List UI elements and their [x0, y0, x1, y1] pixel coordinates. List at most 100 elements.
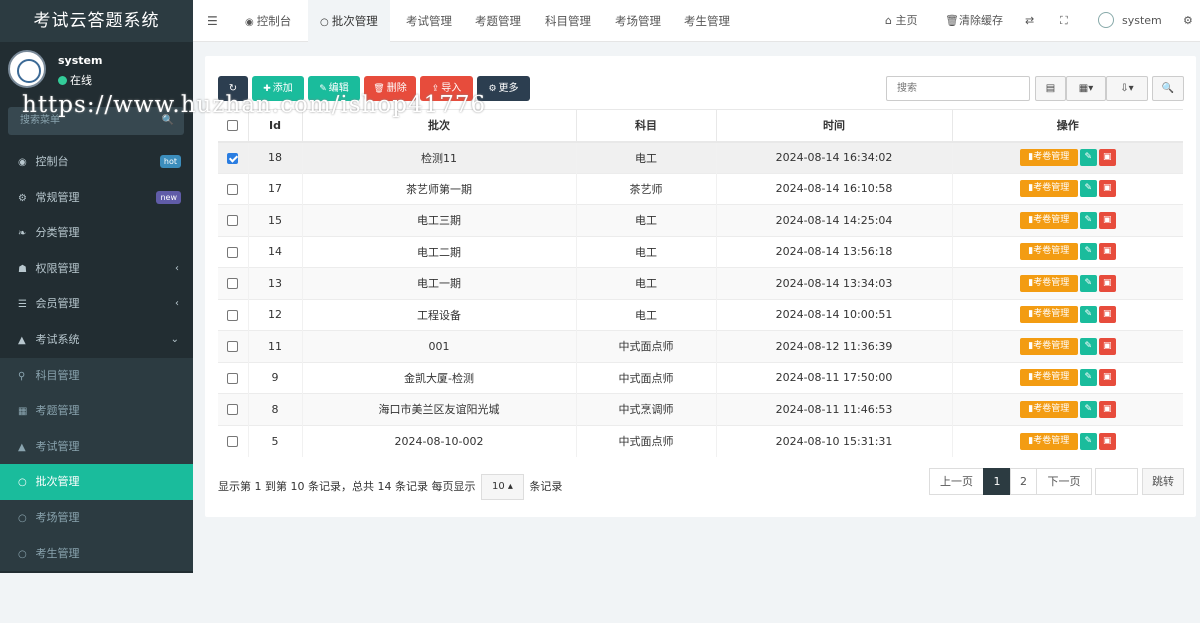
table-row[interactable]: 11 001 中式面点师 2024-08-12 11:36:39 ▮考卷管理 ✎ ▣ [218, 330, 1183, 362]
sidebar-item-category[interactable]: ❧ 分类管理 [0, 215, 193, 251]
sidebar-item-auth[interactable]: ☗ 权限管理 ‹ [0, 251, 193, 287]
export-button[interactable]: ⇩▾ [1106, 76, 1148, 101]
sidebar-item-exam-system[interactable]: ▲ 考试系统 ⌄ [0, 322, 193, 358]
row-edit-button[interactable]: ✎ [1079, 432, 1097, 450]
clear-cache-button[interactable]: 🗑清除缓存 [945, 0, 1003, 42]
sidebar-item-dashboard[interactable]: ◉ 控制台 hot [0, 144, 193, 180]
row-checkbox[interactable] [227, 183, 239, 195]
tab-label: 考试管理 [406, 14, 452, 28]
exam-paper-button[interactable]: ▮考卷管理 [1019, 274, 1078, 292]
sidebar-subitem-question[interactable]: ▦ 考题管理 [0, 393, 193, 429]
exam-paper-label: 考卷管理 [1033, 309, 1070, 320]
sidebar-subitem-batch[interactable]: ○ 批次管理 [0, 464, 193, 500]
table-row[interactable]: 8 海口市美兰区友谊阳光城 中式烹调师 2024-08-11 11:46:53 ▮考卷管… [218, 393, 1183, 425]
fullscreen-icon[interactable]: ⛶ [1060, 0, 1068, 42]
home-link[interactable]: ⌂ 主页 [885, 0, 917, 42]
select-all-checkbox[interactable] [227, 120, 239, 132]
row-checkbox[interactable] [227, 404, 239, 416]
row-edit-button[interactable]: ✎ [1079, 400, 1097, 418]
table-row[interactable]: 14 电工二期 电工 2024-08-14 13:56:18 ▮考卷管理 ✎ ▣ [218, 235, 1183, 268]
row-checkbox[interactable] [227, 215, 239, 227]
tab-subject[interactable]: 科目管理 [533, 0, 603, 42]
row-edit-button[interactable]: ✎ [1079, 180, 1097, 198]
page-1-button[interactable]: 1 [983, 468, 1011, 495]
row-edit-button[interactable]: ✎ [1079, 243, 1097, 261]
header-subject[interactable]: 科目 [576, 109, 717, 143]
cell-batch: 2024-08-10-002 [302, 424, 577, 457]
table-row[interactable]: 12 工程设备 电工 2024-08-14 10:00:51 ▮考卷管理 ✎ ▣ [218, 298, 1183, 331]
search-button[interactable]: 🔍 [1152, 76, 1184, 101]
table-search-input[interactable] [886, 76, 1030, 101]
sidebar-subitem-exam[interactable]: ▲ 考试管理 [0, 428, 193, 465]
columns-button[interactable]: ▦▾ [1066, 76, 1106, 101]
exam-paper-button[interactable]: ▮考卷管理 [1019, 369, 1078, 387]
table-row[interactable]: 17 茶艺师第一期 茶艺师 2024-08-14 16:10:58 ▮考卷管理 ✎ ▣ [218, 172, 1183, 205]
row-checkbox[interactable] [227, 278, 239, 290]
row-edit-button[interactable]: ✎ [1079, 149, 1097, 166]
user-menu[interactable]: system [1098, 0, 1162, 42]
sidebar-subitem-examinee[interactable]: ○ 考生管理 [0, 535, 193, 572]
toggle-view-button[interactable]: ▤ [1035, 76, 1066, 101]
language-icon[interactable]: ⇄ [1025, 0, 1034, 42]
prev-page-button[interactable]: 上一页 [929, 468, 984, 495]
exam-paper-button[interactable]: ▮考卷管理 [1019, 337, 1078, 355]
row-checkbox[interactable] [227, 436, 239, 447]
tab-room[interactable]: 考场管理 [603, 0, 673, 42]
header-time[interactable]: 时间 [716, 109, 953, 143]
sidebar-subitem-subject[interactable]: ⚲ 科目管理 [0, 357, 193, 394]
next-page-button[interactable]: 下一页 [1036, 468, 1092, 495]
row-delete-button[interactable]: ▣ [1098, 369, 1116, 387]
leaf-icon: ❧ [18, 228, 27, 240]
exam-paper-button[interactable]: ▮考卷管理 [1019, 211, 1078, 229]
row-checkbox[interactable] [227, 246, 239, 258]
row-checkbox[interactable] [227, 309, 239, 321]
menu-toggle-icon[interactable]: ☰ [207, 0, 218, 42]
table-row[interactable]: 13 电工一期 电工 2024-08-14 13:34:03 ▮考卷管理 ✎ ▣ [218, 267, 1183, 299]
exam-paper-button[interactable]: ▮考卷管理 [1019, 306, 1078, 324]
row-edit-button[interactable]: ✎ [1079, 274, 1097, 292]
table-row[interactable]: 15 电工三期 电工 2024-08-14 14:25:04 ▮考卷管理 ✎ ▣ [218, 204, 1183, 236]
row-delete-button[interactable]: ▣ [1098, 400, 1116, 418]
cell-id: 14 [248, 235, 303, 268]
sidebar-item-member[interactable]: ☰ 会员管理 ‹ [0, 286, 193, 322]
tab-question[interactable]: 考题管理 [463, 0, 533, 42]
tab-dashboard[interactable]: ◉ 控制台 [233, 0, 303, 42]
row-delete-button[interactable]: ▣ [1098, 180, 1116, 198]
tab-examinee[interactable]: 考生管理 [672, 0, 742, 42]
row-delete-button[interactable]: ▣ [1098, 149, 1116, 166]
batch-table: Id 批次 科目 时间 操作 18 检测11 电工 2024-08-14 16:34:… [218, 109, 1183, 457]
exam-paper-button[interactable]: ▮考卷管理 [1019, 243, 1078, 261]
page-size-select[interactable]: 10 ▴ [480, 474, 524, 500]
table-row[interactable]: 5 2024-08-10-002 中式面点师 2024-08-10 15:31:31 ▮… [218, 424, 1183, 457]
table-row[interactable]: 9 金凯大厦-检测 中式面点师 2024-08-11 17:50:00 ▮考卷管理 ✎ ▣ [218, 361, 1183, 394]
row-delete-button[interactable]: ▣ [1098, 243, 1116, 261]
exam-paper-button[interactable]: ▮考卷管理 [1019, 432, 1078, 450]
table-row[interactable]: 18 检测11 电工 2024-08-14 16:34:02 ▮考卷管理 ✎ ▣ [218, 141, 1183, 173]
avatar[interactable] [8, 50, 46, 88]
row-delete-button[interactable]: ▣ [1098, 337, 1116, 355]
exam-paper-button[interactable]: ▮考卷管理 [1019, 400, 1078, 418]
sidebar-item-label: 考题管理 [35, 404, 80, 418]
row-edit-button[interactable]: ✎ [1079, 211, 1097, 229]
exam-paper-button[interactable]: ▮考卷管理 [1019, 149, 1078, 166]
row-edit-button[interactable]: ✎ [1079, 306, 1097, 324]
row-delete-button[interactable]: ▣ [1098, 432, 1116, 450]
row-delete-button[interactable]: ▣ [1098, 274, 1116, 292]
row-delete-button[interactable]: ▣ [1098, 306, 1116, 324]
page-jump-input[interactable] [1095, 468, 1138, 495]
row-delete-button[interactable]: ▣ [1098, 211, 1116, 229]
tab-batch[interactable]: ○ 批次管理 [308, 0, 390, 42]
row-checkbox[interactable] [227, 341, 239, 353]
search-icon: 🔍 [1161, 83, 1175, 94]
settings-icon[interactable]: ⚙ [1183, 0, 1193, 42]
page-2-button[interactable]: 2 [1010, 468, 1037, 495]
sidebar-item-general[interactable]: ⚙ 常规管理 new [0, 180, 193, 216]
sidebar-subitem-room[interactable]: ○ 考场管理 [0, 499, 193, 536]
exam-paper-button[interactable]: ▮考卷管理 [1019, 180, 1078, 198]
row-checkbox[interactable] [227, 372, 239, 384]
row-edit-button[interactable]: ✎ [1079, 369, 1097, 387]
jump-button[interactable]: 跳转 [1142, 468, 1184, 495]
row-edit-button[interactable]: ✎ [1079, 337, 1097, 355]
row-checkbox[interactable] [227, 152, 239, 164]
tab-exam[interactable]: 考试管理 [394, 0, 464, 42]
